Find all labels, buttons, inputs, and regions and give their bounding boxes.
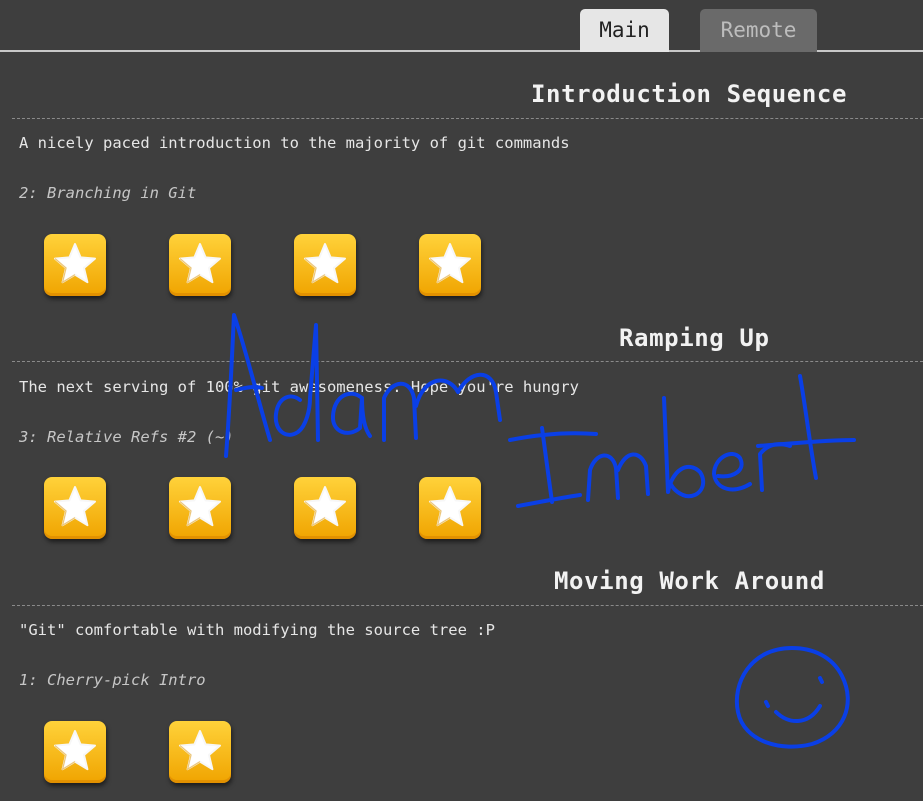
sequence-title: Ramping Up: [619, 324, 770, 352]
divider: [12, 118, 923, 119]
level-button[interactable]: [294, 234, 356, 296]
ink-smiley-mouth: [774, 704, 822, 723]
ink-letter-t: [798, 374, 818, 480]
ink-smiley-face: [734, 646, 850, 749]
ink-letter-a2: [331, 391, 372, 438]
level-select-view: Main Remote Introduction Sequence A nice…: [0, 0, 923, 801]
current-level-label: 2: Branching in Git: [19, 184, 197, 202]
level-button[interactable]: [419, 477, 481, 539]
sequence-description: "Git" comfortable with modifying the sou…: [19, 621, 495, 639]
sequence-title: Moving Work Around: [554, 567, 825, 595]
level-button[interactable]: [169, 477, 231, 539]
divider: [12, 605, 923, 606]
ink-letter-b: [662, 396, 706, 499]
level-button[interactable]: [419, 234, 481, 296]
ink-letter-m2: [586, 452, 650, 502]
current-level-label: 3: Relative Refs #2 (~): [19, 428, 234, 446]
ink-letter-i: [540, 426, 554, 504]
sequence-description: The next serving of 100% git awesomeness…: [19, 378, 579, 396]
ink-smiley-eye-left: [764, 700, 770, 708]
tab-main[interactable]: Main: [580, 9, 669, 52]
ink-letter-e: [712, 452, 752, 492]
ink-letter-i-bottom: [516, 493, 582, 508]
sequence-description: A nicely paced introduction to the major…: [19, 134, 570, 152]
current-level-label: 1: Cherry-pick Intro: [19, 671, 206, 689]
level-button[interactable]: [44, 234, 106, 296]
level-button[interactable]: [44, 721, 106, 783]
ink-letter-i-top: [508, 431, 598, 442]
ink-letter-r: [758, 442, 792, 492]
level-button[interactable]: [44, 477, 106, 539]
tab-bar: Main Remote: [0, 0, 923, 52]
tab-remote[interactable]: Remote: [700, 9, 817, 52]
ink-smiley-eye-right: [818, 676, 824, 684]
ink-letter-t-cross: [756, 438, 856, 448]
level-button[interactable]: [169, 721, 231, 783]
divider: [12, 361, 923, 362]
level-button[interactable]: [294, 477, 356, 539]
sequence-title: Introduction Sequence: [531, 80, 848, 108]
level-button[interactable]: [169, 234, 231, 296]
